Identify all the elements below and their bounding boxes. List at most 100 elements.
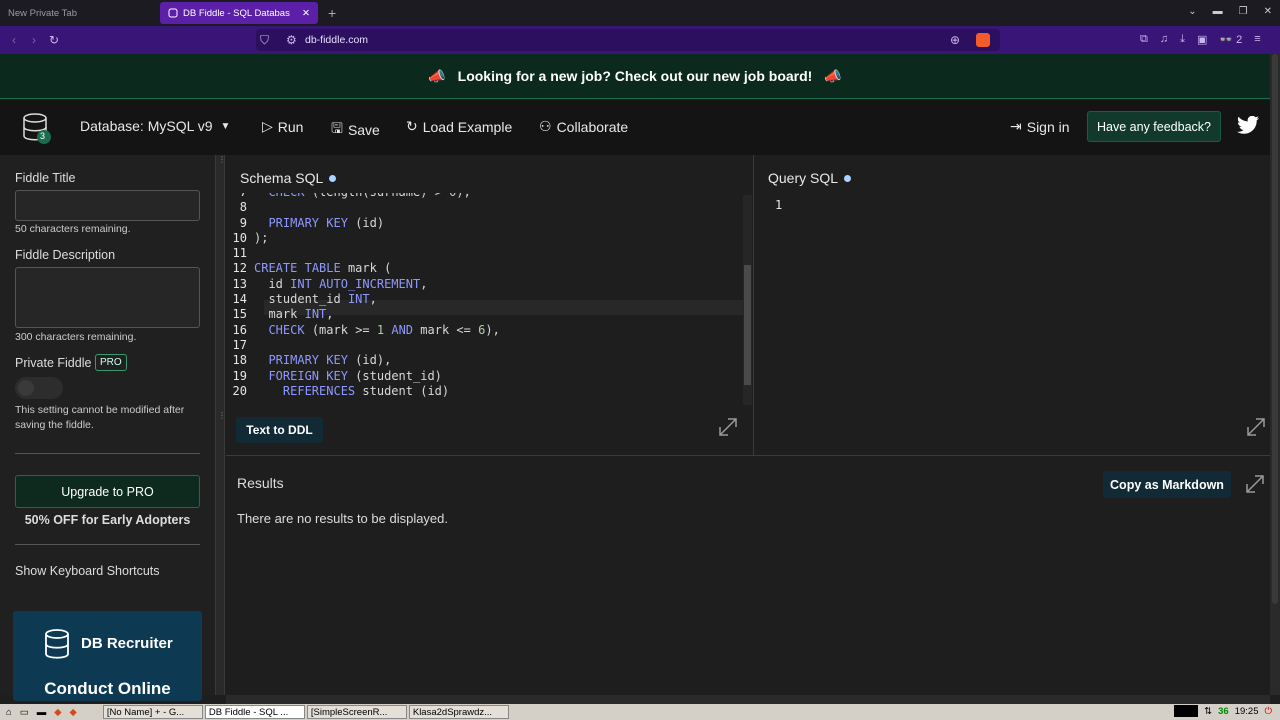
collaborate-button[interactable]: ⚇ Collaborate [539,118,628,135]
private-window-icon[interactable]: 👓 2 [1219,33,1242,46]
tab-new-private[interactable]: New Private Tab [0,0,160,26]
text-to-ddl-button[interactable]: Text to DDL [236,417,323,443]
show-desktop-icon[interactable]: ▭ [20,707,29,718]
fiddle-description-input[interactable] [15,267,200,328]
url-bar[interactable]: ⛉ ⚙ db-fiddle.com ⊕ [256,29,1000,51]
file-manager-icon[interactable]: ▬ [37,707,47,718]
job-board-banner[interactable]: 📣 Looking for a new job? Check out our n… [0,54,1270,99]
collaborate-label: Collaborate [556,118,629,135]
private-toggle[interactable] [15,377,63,399]
db-badge: 3 [40,131,46,141]
cpu-graph-icon [1174,705,1199,717]
reload-icon[interactable]: ↻ [49,33,59,47]
expand-icon[interactable] [1246,417,1266,437]
start-menu-icon[interactable]: ⌂ [6,707,12,718]
minimize-icon[interactable]: ▬ [1213,6,1223,17]
code-line: 19 FOREIGN KEY (student_id) [226,369,500,384]
schema-scrollbar[interactable] [743,195,752,405]
brave-shield-icon[interactable] [976,33,990,47]
line-number: 7 [226,193,254,200]
query-line-number[interactable]: 1 [775,198,782,213]
sign-in-button[interactable]: ⇥ Sign in [1010,118,1070,135]
taskbar-label: [No Name] + - G... [106,706,185,718]
twitter-icon[interactable] [1236,116,1260,136]
code-line: 17 [226,338,500,353]
taskbar-item[interactable]: [No Name] + - G... [102,705,203,719]
brave-launcher-icon[interactable]: ◆ [70,707,77,718]
title-remaining: 50 characters remaining. [15,223,131,235]
tab-list-icon[interactable]: ⌄ [1188,6,1196,17]
line-number: 14 [232,292,247,307]
menu-icon[interactable]: ≡ [1254,33,1260,46]
status-dot-icon [329,174,337,182]
downloads-icon[interactable]: ⤓ [1180,33,1185,46]
schema-editor[interactable]: 7 CHECK (length(surname) > 0),89 PRIMARY… [226,193,743,403]
database-label: Database: MySQL v9 [80,118,213,134]
sidebar-resize-handle[interactable]: ⋮ ⋮ [215,155,226,695]
page-scrollbar[interactable] [1270,54,1280,695]
code-line: 8 [226,200,500,215]
save-icon: 🖫 [331,120,343,136]
line-number: 18 [232,353,247,368]
back-icon[interactable]: ‹ [12,33,16,47]
line-number: 13 [232,276,247,291]
private-fiddle-label: Private Fiddle [15,356,92,370]
save-button[interactable]: 🖫 Save [331,118,380,142]
code-line: 16 CHECK (mark >= 1 AND mark <= 6), [226,323,500,338]
browser-nav-bar: ‹ › ↻ ⛉ ⚙ db-fiddle.com ⊕ ⧉ ♫ ⤓ ▣ 👓 2 ≡ [0,26,1280,54]
bookmark-icon[interactable]: ⛉ [260,33,269,48]
fiddle-title-label: Fiddle Title [15,171,76,185]
forward-icon[interactable]: › [32,33,36,47]
fiddle-title-input[interactable] [15,190,200,221]
brave-launcher-icon[interactable]: ◆ [54,707,61,718]
play-icon: ▷ [262,118,273,134]
taskbar-item[interactable]: Klasa2dSprawdz... [408,705,509,719]
line-number: 15 [232,307,247,322]
database-select[interactable]: Database: MySQL v9 ▼ [80,118,230,134]
zoom-icon[interactable]: ⊕ [950,33,960,47]
clock[interactable]: 19:25 [1235,706,1259,717]
schema-sql-title: Schema SQL [240,170,337,186]
database-icon [44,629,70,659]
load-example-button[interactable]: ↻ Load Example [406,118,512,135]
private-note-line1: This setting cannot be modified after [15,404,185,416]
tab-db-fiddle[interactable]: DB Fiddle - SQL Databas ✕ [160,2,318,24]
scroll-thumb[interactable] [1272,54,1278,604]
taskbar-item[interactable]: DB Fiddle - SQL ... [204,705,305,719]
update-badge[interactable]: 36 [1218,706,1229,717]
os-taskbar: ⌂ ▭ ▬ ◆ ◆ [No Name] + - G... DB Fiddle -… [0,704,1280,720]
db-recruiter-promo[interactable]: DB Recruiter Conduct Online [13,611,202,701]
schema-code: 7 CHECK (length(surname) > 0),89 PRIMARY… [226,193,500,399]
restore-icon[interactable]: ❐ [1239,6,1248,17]
taskbar-item[interactable]: [SimpleScreenR... [306,705,407,719]
expand-icon[interactable] [1245,474,1265,494]
keyboard-shortcuts-link[interactable]: Show Keyboard Shortcuts [15,564,160,578]
run-button[interactable]: ▷ Run [262,118,303,135]
network-icon[interactable]: ⇅ [1204,706,1212,717]
results-title: Results [237,475,284,491]
line-number: 16 [232,322,247,337]
horizontal-scrollbar[interactable] [226,695,1270,704]
tab-label: DB Fiddle - SQL Databas [183,7,290,19]
empty-results-text: There are no results to be displayed. [237,511,449,526]
url-text: db-fiddle.com [305,34,369,46]
code-line: 11 [226,246,500,261]
extensions-icon[interactable]: ⧉ [1140,33,1148,46]
expand-icon[interactable] [718,417,738,437]
media-icon[interactable]: ♫ [1160,33,1168,46]
private-note-line2: saving the fiddle. [15,419,94,431]
new-tab-icon[interactable]: + [328,5,336,21]
copy-markdown-button[interactable]: Copy as Markdown [1103,471,1231,498]
sidebar-icon[interactable]: ▣ [1197,33,1207,46]
db-fiddle-logo-icon[interactable]: 3 [22,113,56,145]
site-info-icon[interactable]: ⚙ [286,33,297,47]
banner-text: Looking for a new job? Check out our new… [457,68,813,84]
feedback-button[interactable]: Have any feedback? [1087,111,1221,142]
tab-close-icon[interactable]: ✕ [302,8,310,19]
scroll-thumb[interactable] [744,265,751,385]
code-line: 20 REFERENCES student (id) [226,384,500,399]
upgrade-pro-button[interactable]: Upgrade to PRO [15,475,200,508]
power-icon[interactable]: ⏻ [1264,706,1272,717]
close-window-icon[interactable]: ✕ [1264,6,1272,17]
private-count: 2 [1236,34,1243,46]
